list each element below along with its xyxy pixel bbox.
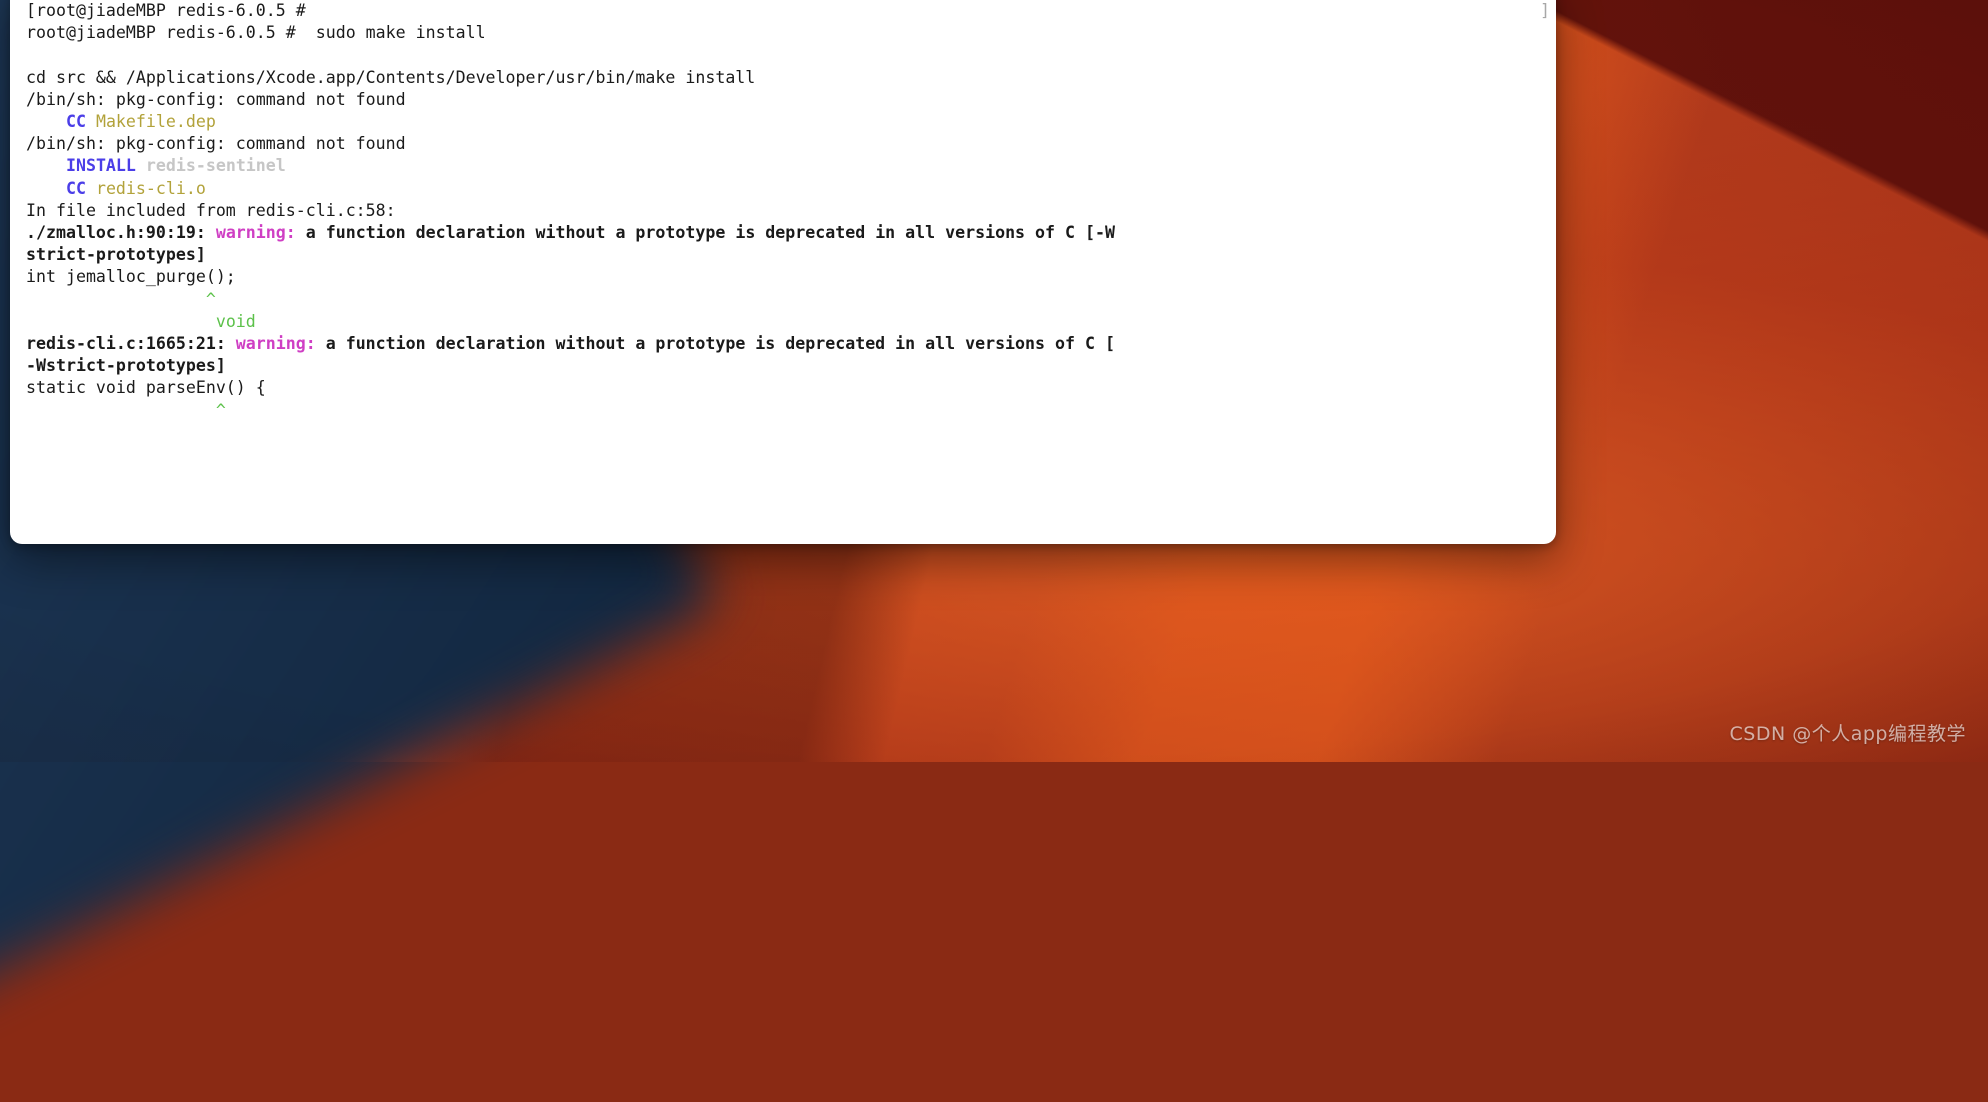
terminal-segment: root@jiadeMBP redis-6.0.5 # sudo make in… [26, 23, 486, 43]
terminal-segment: a function declaration without a prototy… [305, 223, 1115, 243]
terminal-line: strict-prototypes] [26, 244, 1556, 266]
terminal-segment [26, 156, 66, 175]
terminal-window[interactable]: [root@jiadeMBP redis-6.0.5 # root@jiadeMB… [10, 0, 1556, 544]
terminal-line: cd src && /Applications/Xcode.app/Conten… [26, 67, 1556, 89]
terminal-segment [136, 156, 146, 175]
scroll-indicator-bracket: ] [1540, 1, 1550, 20]
terminal-segment: Makefile.dep [95, 112, 216, 131]
terminal-segment: ^ [205, 289, 216, 309]
terminal-segment [26, 290, 206, 309]
terminal-segment: int jemalloc_purge(); [26, 267, 236, 287]
terminal-segment: warning: [215, 223, 306, 243]
terminal-line: ^ [26, 400, 1556, 422]
terminal-segment: strict-prototypes] [26, 245, 206, 265]
terminal-line: redis-cli.c:1665:21: warning: a function… [26, 333, 1556, 355]
terminal-line: CC Makefile.dep [26, 111, 1556, 133]
terminal-segment [86, 179, 96, 198]
terminal-segment: In file included from redis-cli.c:58: [26, 200, 396, 220]
terminal-line: ^ [26, 289, 1556, 311]
terminal-line: -Wstrict-prototypes] [26, 355, 1556, 377]
terminal-segment: void [215, 311, 256, 331]
terminal-segment: ./zmalloc.h:90:19: [26, 223, 216, 243]
terminal-segment: /bin/sh: pkg-config: command not found [26, 134, 406, 154]
terminal-segment: CC [65, 178, 86, 198]
terminal-line: INSTALL redis-sentinel [26, 155, 1556, 177]
terminal-segment: [root@jiadeMBP redis-6.0.5 # [26, 1, 306, 20]
terminal-segment: CC [65, 112, 86, 131]
terminal-segment: ^ [215, 400, 226, 420]
terminal-line: static void parseEnv() { [26, 377, 1556, 399]
csdn-watermark: CSDN @个人app编程教学 [1729, 723, 1966, 745]
terminal-line: root@jiadeMBP redis-6.0.5 # sudo make in… [26, 22, 1556, 44]
terminal-segment: INSTALL [65, 156, 136, 176]
terminal-segment [86, 112, 96, 131]
terminal-line: ./zmalloc.h:90:19: warning: a function d… [26, 222, 1556, 244]
terminal-line: void [26, 311, 1556, 333]
terminal-segment: /bin/sh: pkg-config: command not found [26, 89, 406, 109]
terminal-segment [26, 179, 66, 198]
terminal-segment: -Wstrict-prototypes] [26, 356, 226, 376]
terminal-segment [26, 312, 216, 331]
terminal-output-area[interactable]: [root@jiadeMBP redis-6.0.5 # root@jiadeMB… [10, 0, 1556, 544]
terminal-segment: redis-cli.c:1665:21: [26, 334, 236, 354]
terminal-segment: warning: [235, 334, 326, 354]
terminal-line: /bin/sh: pkg-config: command not found [26, 89, 1556, 111]
terminal-line: int jemalloc_purge(); [26, 266, 1556, 288]
terminal-segment [26, 112, 66, 131]
terminal-segment [26, 401, 216, 420]
terminal-segment: redis-sentinel [145, 156, 286, 176]
terminal-line: [root@jiadeMBP redis-6.0.5 # [26, 0, 1556, 22]
terminal-segment: cd src && /Applications/Xcode.app/Conten… [26, 67, 756, 87]
terminal-line: CC redis-cli.o [26, 178, 1556, 200]
terminal-line: In file included from redis-cli.c:58: [26, 200, 1556, 222]
terminal-segment: redis-cli.o [95, 178, 206, 198]
terminal-line: /bin/sh: pkg-config: command not found [26, 133, 1556, 155]
terminal-segment: static void parseEnv() { [26, 378, 266, 398]
terminal-segment: a function declaration without a prototy… [325, 334, 1115, 354]
